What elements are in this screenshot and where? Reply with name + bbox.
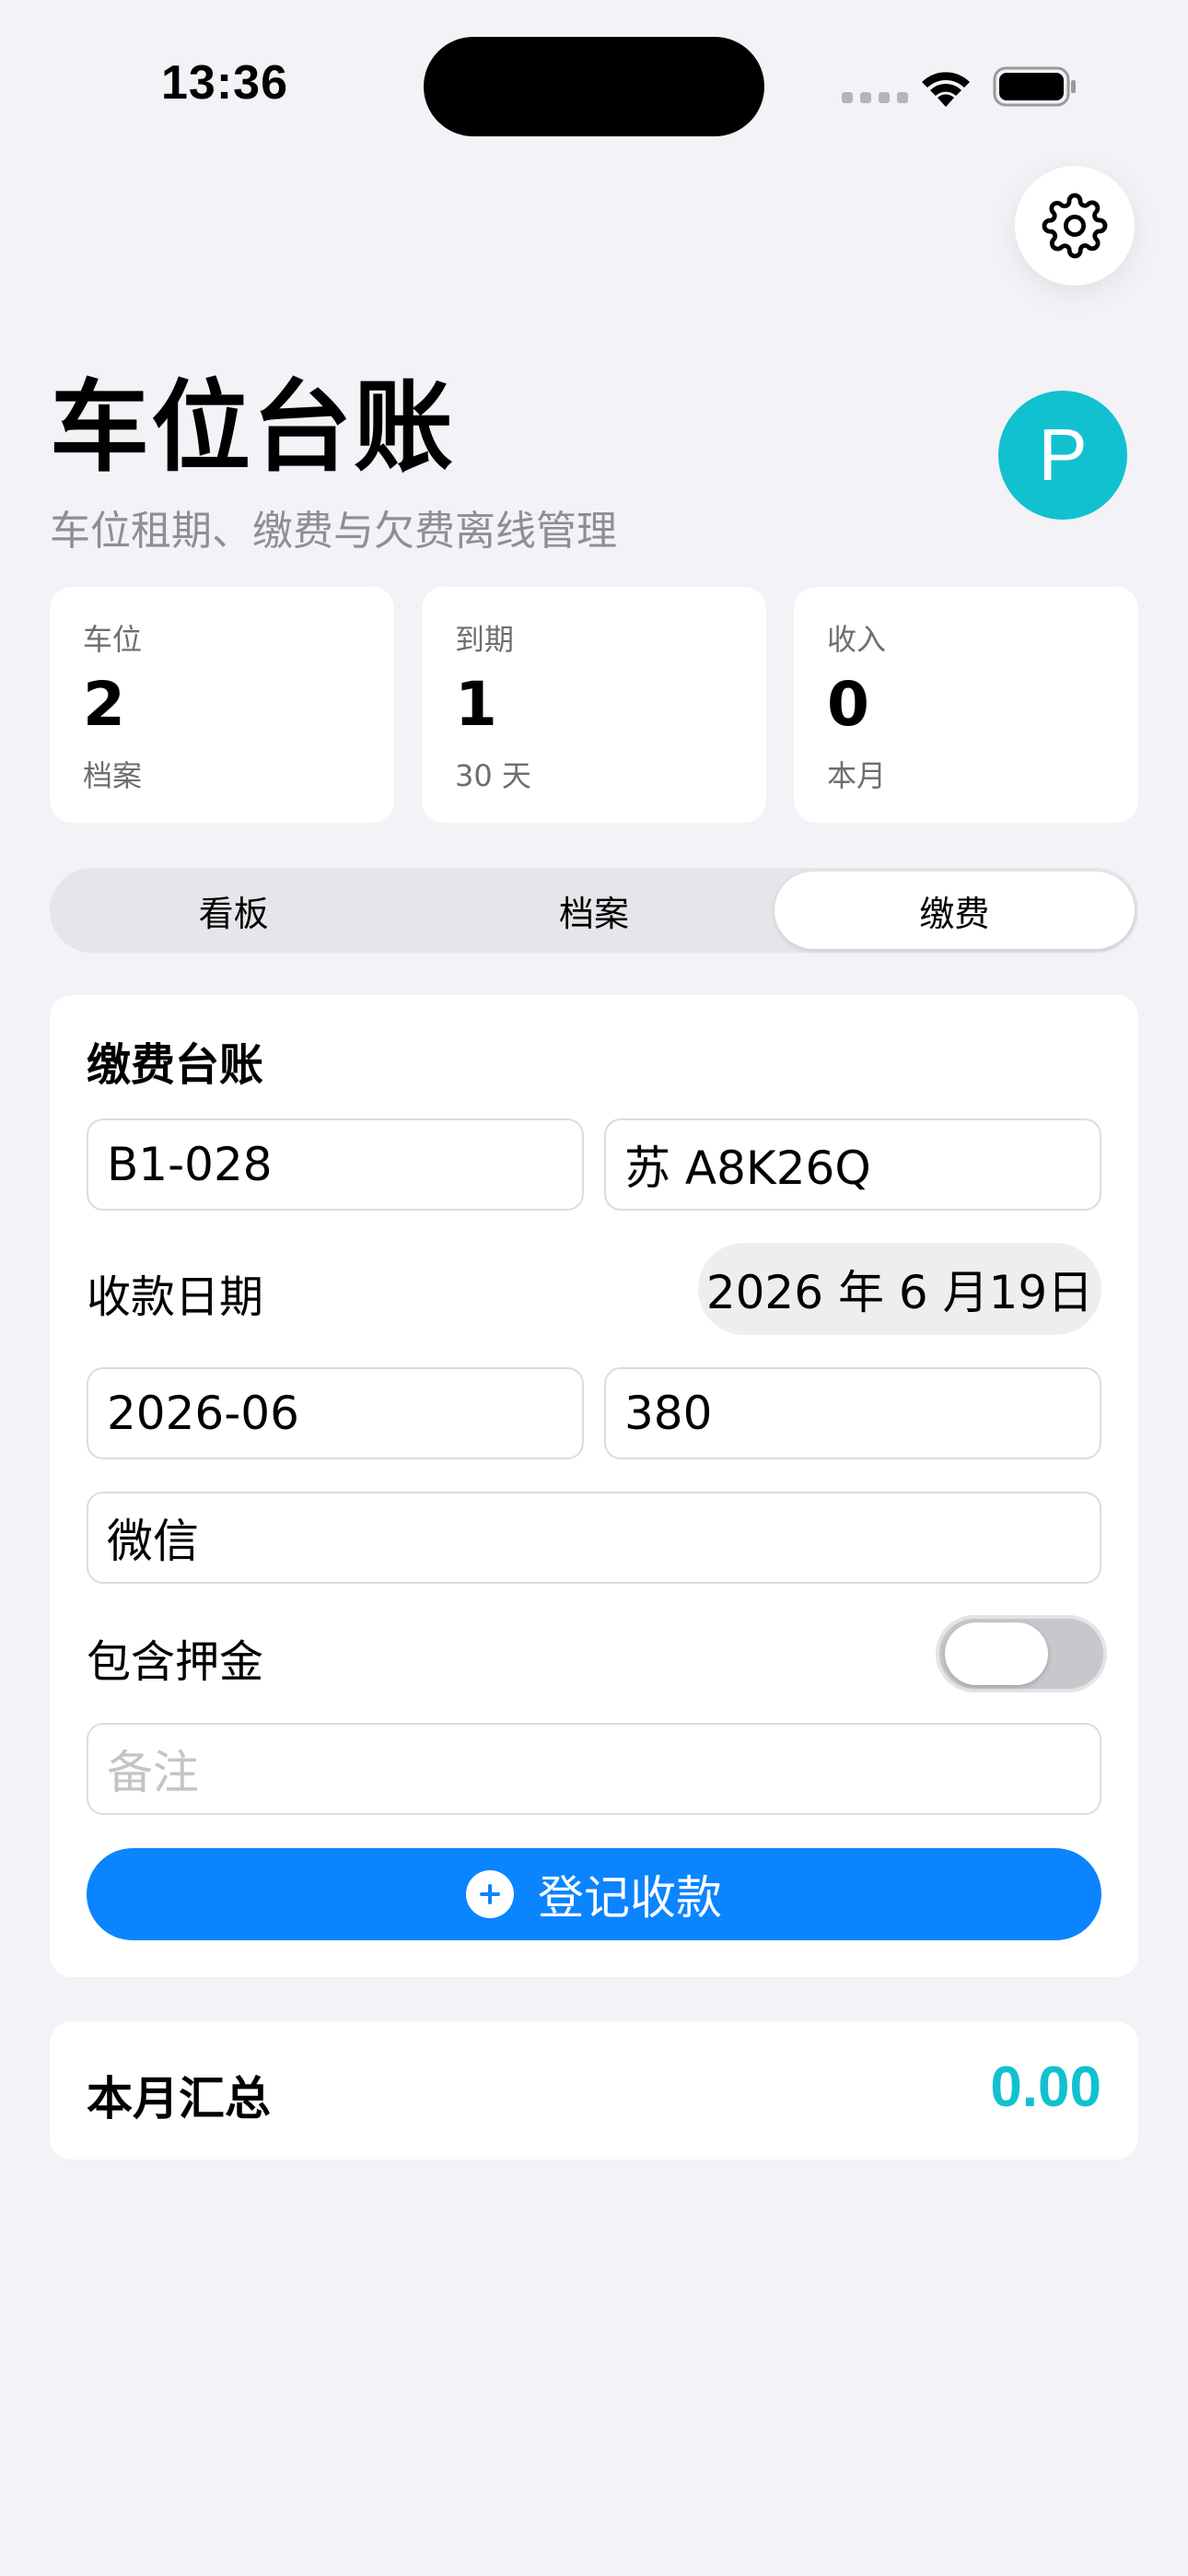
stat-card-spaces: 车位 2 档案 [50,587,394,823]
plate-number-field[interactable]: 苏 A8K26Q [604,1118,1101,1211]
avatar[interactable]: P [998,391,1127,520]
deposit-label: 包含押金 [87,1636,264,1688]
dynamic-island [424,37,764,136]
wifi-icon [922,72,970,107]
space-number-field[interactable]: B1-028 [87,1118,584,1211]
status-time: 13:36 [161,56,288,110]
stat-value: 1 [455,669,497,740]
summary-value: 0.00 [990,2055,1101,2119]
cellular-signal-icon [842,92,908,103]
stat-value: 0 [827,669,869,740]
amount-field[interactable]: 380 [604,1367,1101,1459]
stat-card-expiring: 到期 1 30 天 [422,587,766,823]
form-title: 缴费台账 [87,1039,264,1091]
stat-label: 收入 [827,622,887,657]
stat-value: 2 [83,669,125,740]
date-label: 收款日期 [87,1271,264,1323]
date-picker[interactable]: 2026 年 6 月19日 [698,1243,1101,1335]
stat-sub: 档案 [83,758,143,793]
stat-sub: 本月 [827,758,887,793]
tab-payments[interactable]: 缴费 [774,872,1135,949]
toggle-knob [945,1622,1048,1685]
period-field[interactable]: 2026-06 [87,1367,584,1459]
register-payment-label: 登记收款 [538,1871,722,1925]
battery-icon [993,66,1076,107]
plus-circle-icon [466,1870,514,1918]
tab-records[interactable]: 档案 [413,872,774,949]
settings-button[interactable] [1015,166,1135,286]
stat-sub: 30 天 [455,758,531,793]
tab-dashboard[interactable]: 看板 [53,872,413,949]
stat-card-income: 收入 0 本月 [794,587,1138,823]
payment-form-card: 缴费台账 B1-028 苏 A8K26Q 收款日期 2026 年 6 月19日 … [50,995,1138,1977]
gear-icon [1042,193,1108,259]
tab-segmented-control: 看板 档案 缴费 [50,868,1138,953]
monthly-summary-card: 本月汇总 0.00 [50,2021,1138,2160]
deposit-toggle[interactable] [936,1615,1107,1692]
app-screen: 13:36 车位台账 车位租期、缴费与欠费离线管理 P 车位 2 档案 到期 1… [0,0,1188,2576]
register-payment-button[interactable]: 登记收款 [87,1848,1101,1940]
page-subtitle: 车位租期、缴费与欠费离线管理 [50,508,617,555]
stat-label: 到期 [455,622,515,657]
payment-method-field[interactable]: 微信 [87,1492,1101,1584]
summary-label: 本月汇总 [87,2072,271,2125]
note-field[interactable]: 备注 [87,1723,1101,1815]
stat-label: 车位 [83,622,143,657]
page-title: 车位台账 [50,370,456,486]
